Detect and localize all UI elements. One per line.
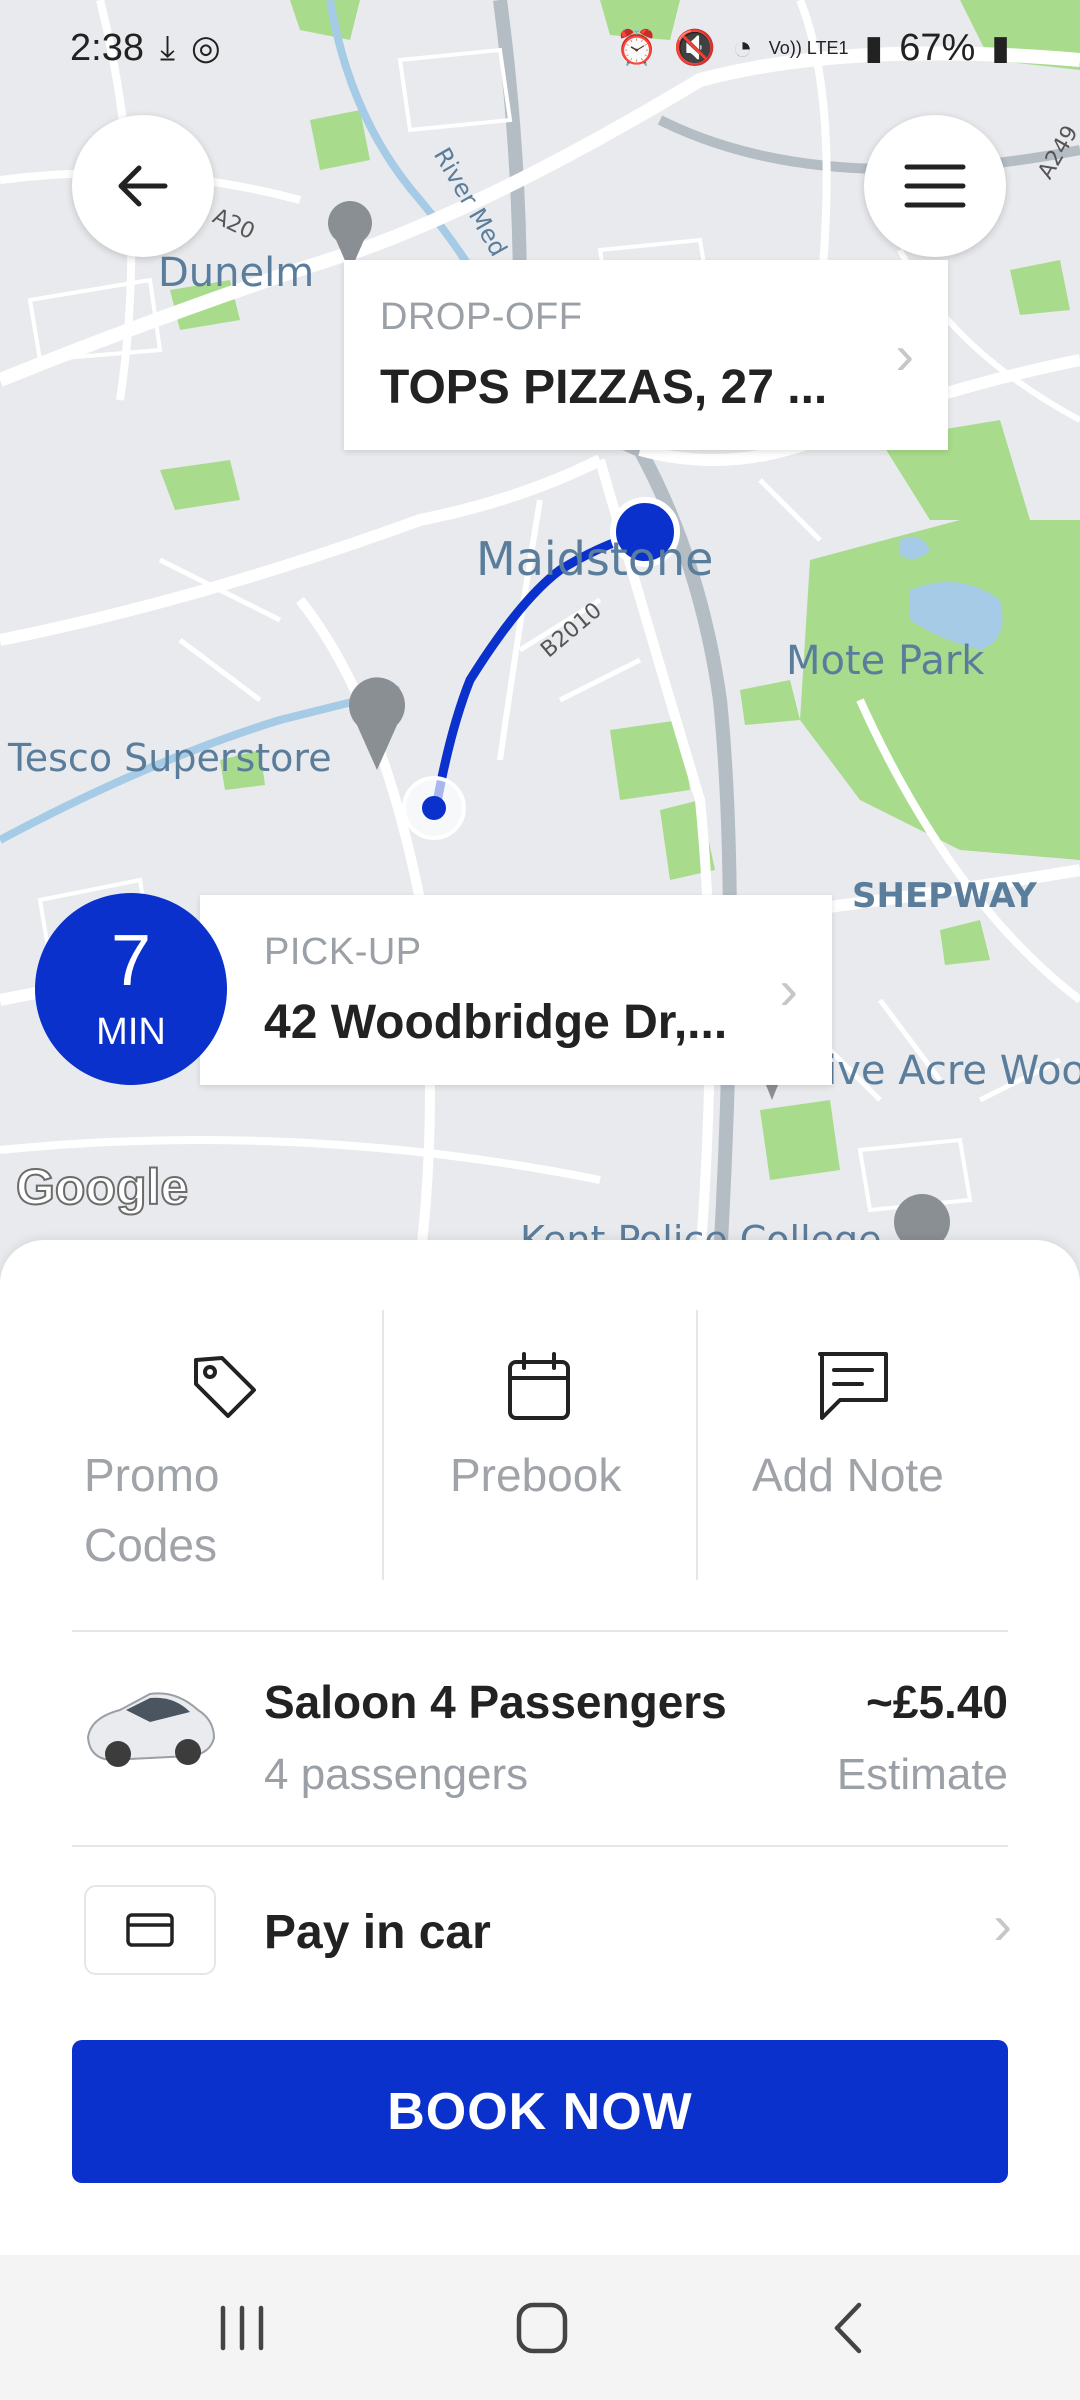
google-logo: Google: [15, 1158, 189, 1216]
map-label-mote-park: Mote Park: [786, 638, 985, 684]
promo-codes-option[interactable]: Promo Codes: [0, 1310, 382, 1580]
tag-icon: [194, 1356, 256, 1418]
dropoff-card[interactable]: DROP-OFF TOPS PIZZAS, 27 ... ›: [344, 260, 948, 450]
eta-badge: 7 MIN: [35, 893, 227, 1085]
dropoff-label: DROP-OFF: [380, 296, 583, 338]
menu-button[interactable]: [864, 115, 1006, 257]
battery-percent: 67%: [899, 26, 976, 69]
prebook-label: Prebook: [450, 1449, 622, 1501]
prebook-option[interactable]: Prebook: [384, 1310, 696, 1580]
hamburger-menu-icon: [904, 164, 966, 208]
ride-price-note: Estimate: [836, 1750, 1008, 1799]
wifi-icon: ◔: [732, 28, 753, 67]
chevron-right-icon: ›: [895, 323, 914, 386]
recent-apps-icon: [220, 2305, 264, 2350]
book-now-button[interactable]: BOOK NOW: [72, 2040, 1008, 2183]
ride-price: ~£5.40: [866, 1676, 1008, 1728]
ride-option[interactable]: [0, 1632, 1080, 1842]
map-label-dunelm: Dunelm: [158, 250, 315, 296]
payment-card-box: [84, 1885, 216, 1975]
payment-method-label: Pay in car: [264, 1906, 491, 1959]
ride-passengers: 4 passengers: [264, 1750, 529, 1799]
home-button[interactable]: [462, 2255, 622, 2400]
status-time: 2:38: [70, 26, 144, 69]
pickup-card[interactable]: PICK-UP 42 Woodbridge Dr,... ›: [200, 895, 832, 1085]
eta-unit: MIN: [96, 1010, 166, 1053]
booking-sheet: Promo Codes Prebook Add Note Saloon 4 Pa…: [0, 1240, 1080, 2255]
eta-minutes: 7: [110, 920, 152, 1001]
map-label-shepway: SHEPWAY: [852, 876, 1037, 916]
map-label-tesco: Tesco Superstore: [8, 736, 332, 780]
status-bar: 2:38 ⤓ ◎ ⏰ 🔇 ◔ Vo)) LTE1 ▮ 67% ▮: [0, 0, 1080, 96]
alarm-icon: ⏰: [615, 29, 658, 67]
recent-apps-button[interactable]: [162, 2255, 322, 2400]
pickup-label: PICK-UP: [264, 931, 422, 973]
home-icon: [516, 2302, 568, 2353]
credit-card-icon: [126, 1913, 174, 1947]
system-back-button[interactable]: [768, 2255, 928, 2400]
map-label-maidstone: Maidstone: [476, 532, 714, 586]
back-button[interactable]: [72, 115, 214, 257]
add-note-label: Add Note: [752, 1449, 944, 1501]
car-icon: [86, 1692, 216, 1767]
battery-icon: ▮: [991, 29, 1010, 67]
map-label-five-acre: Five Acre Wood: [806, 1048, 1080, 1094]
calendar-icon: [508, 1352, 570, 1420]
add-note-option[interactable]: Add Note: [698, 1310, 1080, 1580]
chevron-right-icon: ›: [779, 958, 798, 1021]
signal-icon: ▮: [864, 29, 884, 67]
ride-name: Saloon 4 Passengers: [264, 1676, 727, 1728]
lte-indicator: Vo)) LTE1: [768, 38, 849, 58]
comment-icon: [818, 1352, 888, 1420]
pickup-address: 42 Woodbridge Dr,...: [264, 996, 728, 1049]
promo-codes-label: Promo Codes: [84, 1449, 220, 1571]
mute-icon: 🔇: [673, 29, 717, 67]
arrow-left-icon: [118, 165, 168, 207]
system-nav-bar: [0, 2255, 1080, 2400]
options-row: Promo Codes Prebook Add Note: [0, 1310, 1080, 1580]
whatsapp-icon: ◎: [191, 29, 221, 67]
dropoff-address: TOPS PIZZAS, 27 ...: [380, 361, 828, 414]
download-icon: ⤓: [159, 28, 175, 67]
chevron-right-icon: ›: [993, 1893, 1012, 1956]
chevron-left-icon: [834, 2302, 862, 2353]
